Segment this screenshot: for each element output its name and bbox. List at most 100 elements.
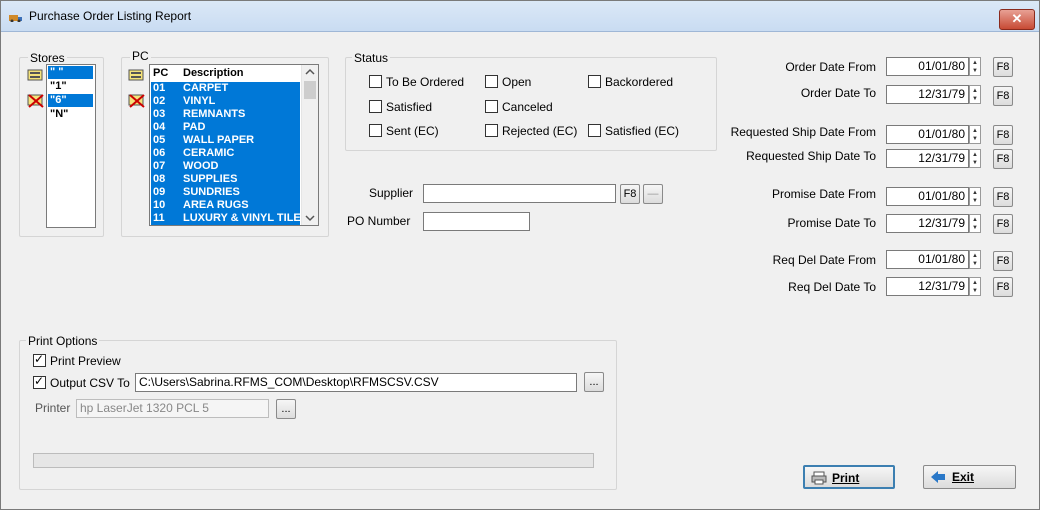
scroll-thumb[interactable] bbox=[304, 81, 316, 99]
canceled-label: Canceled bbox=[502, 100, 553, 114]
order-date-to-f8-button[interactable]: F8 bbox=[993, 86, 1013, 106]
pc-listbox[interactable]: PC Description 01 CARPET 02 VINYL 03 REMNAN… bbox=[149, 64, 319, 226]
select-all-icon[interactable] bbox=[128, 69, 146, 83]
status-label: Status bbox=[352, 51, 391, 65]
req-del-date-to-f8-button[interactable]: F8 bbox=[993, 277, 1013, 297]
req-del-date-from-label: Req Del Date From bbox=[772, 253, 876, 267]
table-row[interactable]: 10 AREA RUGS bbox=[151, 199, 300, 212]
satisfied-ec-checkbox[interactable] bbox=[588, 124, 601, 137]
to-be-ordered-checkbox[interactable] bbox=[369, 75, 382, 88]
output-csv-label: Output CSV To bbox=[50, 376, 130, 390]
promise-date-from-spinner[interactable]: ▲ ▼ bbox=[969, 187, 981, 206]
table-row[interactable]: 08 SUPPLIES bbox=[151, 173, 300, 186]
app-icon bbox=[9, 15, 22, 22]
req-del-date-to-spinner[interactable]: ▲ ▼ bbox=[969, 277, 981, 296]
table-row[interactable]: 02 VINYL bbox=[151, 95, 300, 108]
sent-ec-checkbox[interactable] bbox=[369, 124, 382, 137]
description-col-header: Description bbox=[183, 67, 244, 79]
table-row[interactable]: 06 CERAMIC bbox=[151, 147, 300, 160]
print-preview-label: Print Preview bbox=[50, 354, 121, 368]
open-label: Open bbox=[502, 75, 532, 89]
promise-date-from-f8-button[interactable]: F8 bbox=[993, 187, 1013, 207]
req-del-date-to-label: Req Del Date To bbox=[788, 280, 876, 294]
deselect-all-icon[interactable] bbox=[27, 93, 45, 109]
pc-label: PC bbox=[130, 49, 151, 63]
printer-icon bbox=[811, 471, 827, 485]
table-row[interactable]: 01 CARPET bbox=[151, 82, 300, 95]
requested-ship-date-to-input[interactable]: 12/31/79 bbox=[886, 149, 969, 168]
chevron-up-icon[interactable] bbox=[305, 68, 315, 75]
order-date-from-spinner[interactable]: ▲ ▼ bbox=[969, 57, 981, 76]
promise-date-from-label: Promise Date From bbox=[771, 187, 876, 201]
requested-ship-date-from-input[interactable]: 01/01/80 bbox=[886, 125, 969, 144]
rejected-ec-checkbox[interactable] bbox=[485, 124, 498, 137]
promise-date-to-f8-button[interactable]: F8 bbox=[993, 214, 1013, 234]
open-checkbox[interactable] bbox=[485, 75, 498, 88]
satisfied-checkbox[interactable] bbox=[369, 100, 382, 113]
pc-col-header: PC bbox=[153, 67, 169, 79]
list-item[interactable]: " " bbox=[48, 66, 93, 79]
supplier-input[interactable] bbox=[423, 184, 616, 203]
stores-label: Stores bbox=[28, 51, 67, 65]
order-date-from-f8-button[interactable]: F8 bbox=[993, 57, 1013, 77]
print-button-label: Print bbox=[832, 471, 860, 485]
order-date-to-spinner[interactable]: ▲ ▼ bbox=[969, 85, 981, 104]
exit-button[interactable]: Exit bbox=[923, 465, 1016, 489]
csv-path-input[interactable]: C:\Users\Sabrina.RFMS_COM\Desktop\RFMSCS… bbox=[135, 373, 577, 392]
requested-ship-date-from-label: Requested Ship Date From bbox=[730, 125, 876, 139]
arrow-left-icon bbox=[931, 471, 945, 483]
requested-ship-date-from-spinner[interactable]: ▲ ▼ bbox=[969, 125, 981, 144]
promise-date-to-spinner[interactable]: ▲ ▼ bbox=[969, 214, 981, 233]
list-item[interactable]: "1" bbox=[48, 80, 93, 93]
supplier-label: Supplier bbox=[369, 186, 414, 200]
csv-browse-button[interactable]: ... bbox=[584, 372, 604, 392]
satisfied-label: Satisfied bbox=[386, 100, 433, 114]
req-del-date-from-spinner[interactable]: ▲ ▼ bbox=[969, 250, 981, 269]
po-number-label: PO Number bbox=[347, 214, 411, 228]
pc-header-row: PC Description bbox=[151, 66, 300, 80]
po-number-input[interactable] bbox=[423, 212, 530, 231]
window-title: Purchase Order Listing Report bbox=[29, 9, 192, 23]
table-row[interactable]: 03 REMNANTS bbox=[151, 108, 300, 121]
title-bar: Purchase Order Listing Report ✕ bbox=[1, 1, 1039, 32]
output-csv-checkbox[interactable] bbox=[33, 374, 46, 389]
stores-listbox[interactable]: " " "1" "6" "N" bbox=[46, 64, 96, 228]
print-preview-checkbox[interactable] bbox=[33, 352, 46, 367]
rejected-ec-label: Rejected (EC) bbox=[502, 124, 578, 138]
supplier-clear-button[interactable]: — bbox=[643, 184, 663, 204]
print-button[interactable]: Print bbox=[803, 465, 895, 489]
printer-input[interactable]: hp LaserJet 1320 PCL 5 bbox=[76, 399, 269, 418]
chevron-down-icon[interactable] bbox=[305, 215, 315, 222]
select-all-icon[interactable] bbox=[27, 69, 45, 83]
order-date-from-input[interactable]: 01/01/80 bbox=[886, 57, 969, 76]
req-del-date-to-input[interactable]: 12/31/79 bbox=[886, 277, 969, 296]
promise-date-from-input[interactable]: 01/01/80 bbox=[886, 187, 969, 206]
sent-ec-label: Sent (EC) bbox=[386, 124, 439, 138]
requested-ship-date-to-f8-button[interactable]: F8 bbox=[993, 149, 1013, 169]
order-date-from-label: Order Date From bbox=[785, 60, 876, 74]
requested-ship-date-to-spinner[interactable]: ▲ ▼ bbox=[969, 149, 981, 168]
backordered-checkbox[interactable] bbox=[588, 75, 601, 88]
report-window: Purchase Order Listing Report ✕ Stores "… bbox=[0, 0, 1040, 510]
supplier-f8-button[interactable]: F8 bbox=[620, 184, 640, 204]
req-del-date-from-input[interactable]: 01/01/80 bbox=[886, 250, 969, 269]
canceled-checkbox[interactable] bbox=[485, 100, 498, 113]
table-row[interactable]: 05 WALL PAPER bbox=[151, 134, 300, 147]
printer-browse-button[interactable]: ... bbox=[276, 399, 296, 419]
list-item[interactable]: "6" bbox=[48, 94, 93, 107]
deselect-all-icon[interactable] bbox=[128, 93, 146, 109]
table-row[interactable]: 11 LUXURY & VINYL TILE bbox=[151, 212, 301, 225]
printer-label: Printer bbox=[35, 401, 71, 415]
table-row[interactable]: 04 PAD bbox=[151, 121, 300, 134]
close-button[interactable]: ✕ bbox=[999, 9, 1035, 30]
table-row[interactable]: 07 WOOD bbox=[151, 160, 300, 173]
to-be-ordered-label: To Be Ordered bbox=[386, 75, 465, 89]
order-date-to-input[interactable]: 12/31/79 bbox=[886, 85, 969, 104]
promise-date-to-input[interactable]: 12/31/79 bbox=[886, 214, 969, 233]
pc-scrollbar[interactable] bbox=[301, 65, 318, 225]
requested-ship-date-from-f8-button[interactable]: F8 bbox=[993, 125, 1013, 145]
list-item[interactable]: "N" bbox=[48, 108, 93, 121]
order-date-to-label: Order Date To bbox=[800, 86, 876, 100]
table-row[interactable]: 09 SUNDRIES bbox=[151, 186, 300, 199]
req-del-date-from-f8-button[interactable]: F8 bbox=[993, 251, 1013, 271]
